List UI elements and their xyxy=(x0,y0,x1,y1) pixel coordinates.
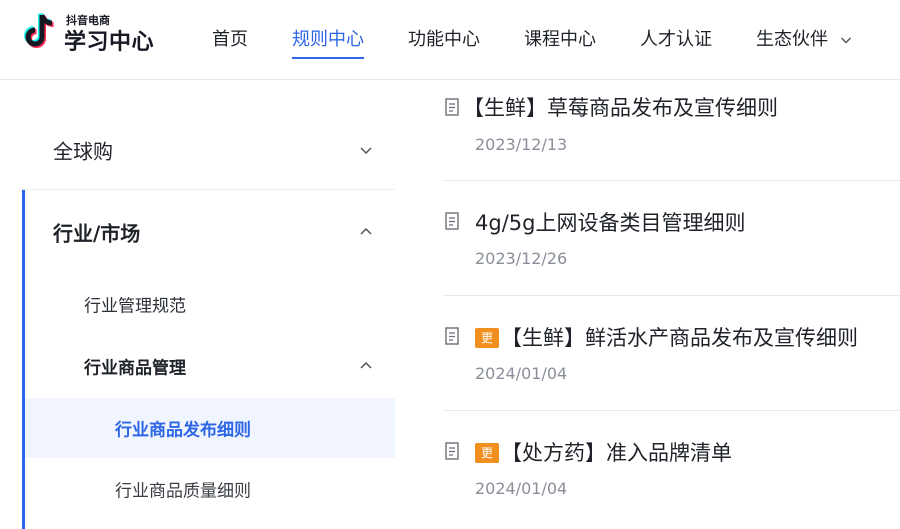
sidebar-item-label: 行业商品管理 xyxy=(84,358,186,379)
top-header: 抖音电商 学习中心 首页 规则中心 功能中心 课程中心 人才认证 生态伙伴 xyxy=(0,0,900,80)
article-title[interactable]: 【生鲜】鲜活水产商品发布及宣传细则 xyxy=(501,326,858,350)
nav-talent-cert[interactable]: 人才认证 xyxy=(640,25,712,59)
article-title[interactable]: 4g/5g上网设备类目管理细则 xyxy=(475,207,745,237)
article-date: 2023/12/13 xyxy=(475,135,568,154)
sidebar-item-label: 行业商品质量细则 xyxy=(115,481,251,502)
brand-logo[interactable]: 抖音电商 学习中心 xyxy=(22,10,162,70)
active-tab-underline xyxy=(292,57,364,59)
updated-badge: 更 xyxy=(475,443,499,463)
article-title[interactable]: 【生鲜】草莓商品发布及宣传细则 xyxy=(463,92,778,122)
sidebar-item-label: 行业管理规范 xyxy=(84,296,186,317)
article-title[interactable]: 【处方药】准入品牌清单 xyxy=(501,441,732,465)
sidebar-item-label: 行业/市场 xyxy=(53,221,141,246)
document-icon xyxy=(445,442,459,460)
article-title-row[interactable]: 更【处方药】准入品牌清单 xyxy=(475,437,732,467)
sidebar-item-product-quality-rules[interactable]: 行业商品质量细则 xyxy=(22,459,395,519)
sidebar-item-label: 全球购 xyxy=(53,139,113,164)
sidebar-active-group-bar xyxy=(22,190,25,529)
document-icon xyxy=(445,98,459,116)
nav-feature-center[interactable]: 功能中心 xyxy=(408,25,480,59)
sidebar: 全球购 行业/市场 行业管理规范 行业商品管理 行业商品发布细则 行业商品质量细… xyxy=(0,81,395,529)
nav-rules-center[interactable]: 规则中心 xyxy=(292,25,364,59)
sidebar-item-label: 行业商品发布细则 xyxy=(115,420,251,441)
nav-home-label: 首页 xyxy=(212,29,248,50)
document-icon xyxy=(445,212,459,230)
nav-ecosystem-partners-label: 生态伙伴 xyxy=(756,29,828,50)
chevron-down-icon xyxy=(360,147,372,155)
sidebar-divider xyxy=(22,189,395,190)
article-date: 2024/01/04 xyxy=(475,364,568,383)
chevron-down-icon xyxy=(840,37,851,44)
sidebar-item-product-publish-rules[interactable]: 行业商品发布细则 xyxy=(22,398,395,458)
brand-main-label: 学习中心 xyxy=(64,30,155,55)
article-date: 2023/12/26 xyxy=(475,249,568,268)
article-item[interactable]: 【生鲜】草莓商品发布及宣传细则 2023/12/13 xyxy=(443,81,900,180)
nav-talent-cert-label: 人才认证 xyxy=(640,29,712,50)
douyin-logo-icon xyxy=(24,12,54,48)
article-title-row[interactable]: 更【生鲜】鲜活水产商品发布及宣传细则 xyxy=(475,322,858,352)
nav-course-center[interactable]: 课程中心 xyxy=(524,25,596,59)
document-icon xyxy=(445,327,459,345)
article-item[interactable]: 4g/5g上网设备类目管理细则 2023/12/26 xyxy=(443,181,900,295)
article-list: 【生鲜】草莓商品发布及宣传细则 2023/12/13 4g/5g上网设备类目管理… xyxy=(395,81,900,529)
sidebar-item-global-purchase[interactable]: 全球购 xyxy=(22,108,395,192)
nav-feature-center-label: 功能中心 xyxy=(408,29,480,50)
nav-ecosystem-partners[interactable]: 生态伙伴 xyxy=(756,25,852,59)
article-item[interactable]: 更【处方药】准入品牌清单 2024/01/04 xyxy=(443,411,900,529)
chevron-up-icon xyxy=(360,227,372,235)
article-date: 2024/01/04 xyxy=(475,479,568,498)
sidebar-item-industry-management-norms[interactable]: 行业管理规范 xyxy=(22,274,395,334)
nav-course-center-label: 课程中心 xyxy=(524,29,596,50)
updated-badge: 更 xyxy=(475,328,499,348)
sidebar-item-industry-market[interactable]: 行业/市场 xyxy=(22,191,395,273)
sidebar-item-industry-product-management[interactable]: 行业商品管理 xyxy=(22,336,395,396)
nav-rules-center-label: 规则中心 xyxy=(292,29,364,50)
chevron-up-icon xyxy=(360,361,372,369)
nav-home[interactable]: 首页 xyxy=(212,25,248,59)
article-item[interactable]: 更【生鲜】鲜活水产商品发布及宣传细则 2024/01/04 xyxy=(443,296,900,410)
